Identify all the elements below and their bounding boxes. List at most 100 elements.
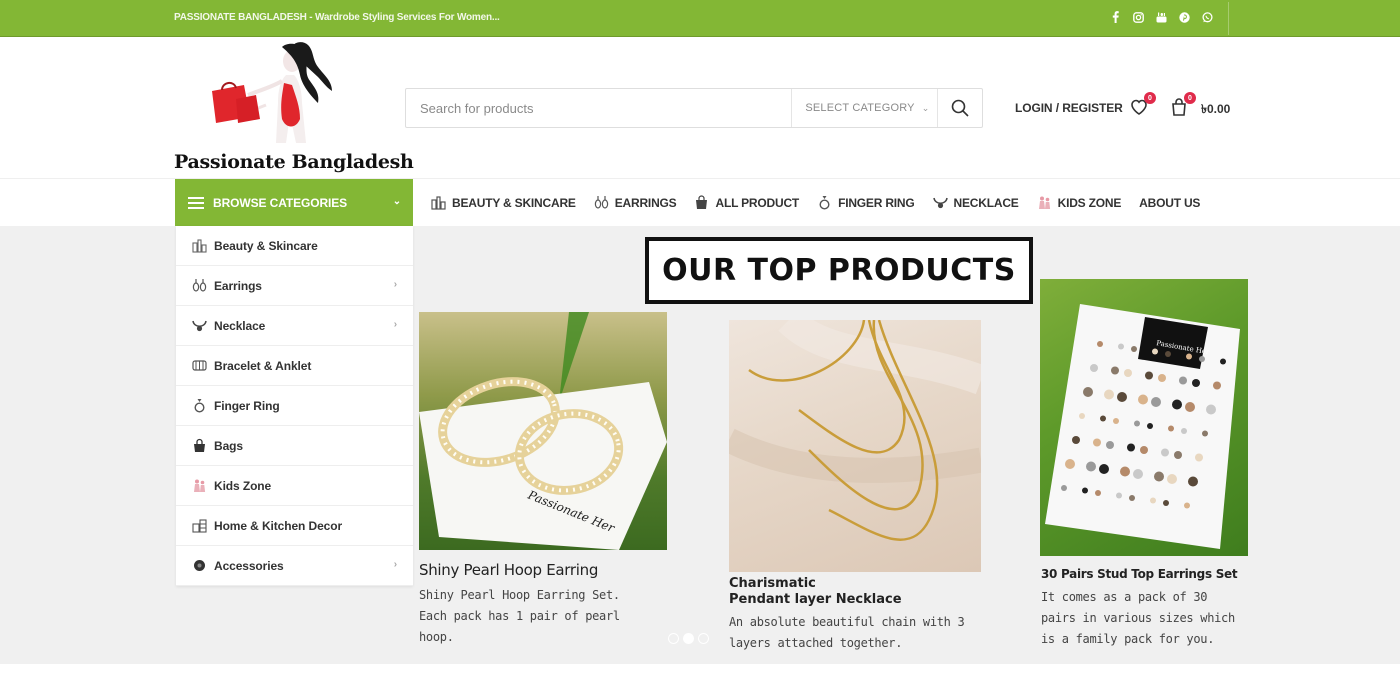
category-item-kids-zone[interactable]: Kids Zone [176,466,413,506]
product-title[interactable]: Shiny Pearl Hoop Earring [419,561,598,579]
category-item-accessories[interactable]: Accessories › [176,546,413,586]
product-title-line: Charismatic [729,576,816,591]
browse-categories-label: BROWSE CATEGORIES [213,196,348,210]
page-bottom-strip [0,664,1400,687]
category-item-label: Home & Kitchen Decor [214,518,343,533]
product-description: Shiny Pearl Hoop Earring Set. Each pack … [419,585,620,648]
accessories-icon [191,558,207,574]
nav-item-finger-ring[interactable]: FINGER RING [817,195,915,210]
product-image-pearl-hoop[interactable]: Passionate Her [419,312,667,550]
category-item-finger-ring[interactable]: Finger Ring [176,386,413,426]
nav-item-kids-zone[interactable]: KIDS ZONE [1037,195,1122,210]
product-image-pendant-necklace[interactable] [729,320,981,572]
slider-dot[interactable] [698,633,709,644]
site-header: Passionate Bangladesh SELECT CATEGORY ⌄ … [0,37,1400,178]
product-title[interactable]: Charismatic Pendant layer Necklace [729,576,902,608]
category-item-necklace[interactable]: Necklace › [176,306,413,346]
nav-item-about-us[interactable]: ABOUT US [1139,195,1200,210]
search-bar: SELECT CATEGORY ⌄ [405,88,983,128]
nav-item-label: EARRINGS [614,195,677,210]
cosmetics-icon [191,238,207,254]
category-item-bracelet-anklet[interactable]: Bracelet & Anklet [176,346,413,386]
nav-item-label: BEAUTY & SKINCARE [452,195,576,210]
pinterest-icon[interactable] [1177,10,1191,24]
instagram-icon[interactable] [1131,10,1145,24]
necklace-icon [191,318,207,334]
product-description-line: layers attached together. [729,636,903,650]
main-menu: BEAUTY & SKINCARE EARRINGS ALL PRODUCT F… [431,195,1200,210]
whatsapp-icon[interactable] [1200,10,1214,24]
category-item-beauty-skincare[interactable]: Beauty & Skincare [176,226,413,266]
category-item-label: Bracelet & Anklet [214,358,312,373]
main-nav-bar: BROWSE CATEGORIES ⌄ BEAUTY & SKINCARE EA… [0,178,1400,227]
youtube-icon[interactable] [1154,10,1168,24]
browse-categories-button[interactable]: BROWSE CATEGORIES ⌄ [175,179,413,227]
top-products-heading: OUR TOP PRODUCTS [645,237,1033,304]
product-description-line: Each pack has 1 pair of pearl [419,609,620,623]
nav-item-label: ALL PRODUCT [715,195,800,210]
chevron-down-icon: ⌄ [392,196,401,207]
product-description-line: It comes as a pack of 30 [1041,590,1208,604]
category-select[interactable]: SELECT CATEGORY ⌄ [791,89,937,127]
nav-item-label: ABOUT US [1139,195,1201,210]
nav-item-earrings[interactable]: EARRINGS [594,195,677,210]
facebook-icon[interactable] [1108,10,1122,24]
nav-item-label: NECKLACE [953,195,1019,210]
slider-dot[interactable] [668,633,679,644]
search-icon [951,99,969,117]
category-item-label: Finger Ring [214,398,280,413]
chevron-right-icon: › [393,319,397,330]
kids-icon [1037,195,1052,210]
bag-icon [191,438,207,454]
category-item-home-kitchen-decor[interactable]: Home & Kitchen Decor [176,506,413,546]
category-item-earrings[interactable]: Earrings › [176,266,413,306]
nav-item-label: KIDS ZONE [1057,195,1122,210]
nav-item-necklace[interactable]: NECKLACE [932,195,1019,210]
necklace-icon [932,195,948,210]
category-item-label: Beauty & Skincare [214,238,318,253]
ring-icon [817,195,832,210]
slider-pagination [668,633,709,644]
product-description-line: hoop. [419,630,454,644]
cosmetics-icon [431,195,446,210]
slider-dot[interactable] [683,633,694,644]
product-description-line: An absolute beautiful chain with 3 [729,615,965,629]
shopping-bag-icon [694,195,709,210]
category-item-bags[interactable]: Bags [176,426,413,466]
search-button[interactable] [937,89,982,127]
chevron-down-icon: ⌄ [921,102,930,113]
social-links [1108,10,1214,24]
cart-button[interactable]: 0 [1169,92,1196,117]
category-item-label: Kids Zone [214,478,272,493]
menu-icon [188,197,204,209]
product-description-line: pairs in various sizes which [1041,611,1235,625]
cart-count-badge: 0 [1184,92,1196,104]
category-item-label: Bags [214,438,243,453]
nav-item-beauty-skincare[interactable]: BEAUTY & SKINCARE [431,195,576,210]
nav-item-label: FINGER RING [838,195,915,210]
login-register-link[interactable]: LOGIN / REGISTER [1015,101,1123,115]
ring-icon [191,398,207,414]
category-item-label: Accessories [214,558,284,573]
product-description: It comes as a pack of 30 pairs in variou… [1041,587,1235,650]
wishlist-count-badge: 0 [1144,92,1156,104]
category-item-label: Necklace [214,318,266,333]
earrings-icon [594,195,609,210]
top-bar: PASSIONATE BANGLADESH - Wardrobe Styling… [0,0,1400,37]
product-title[interactable]: 30 Pairs Stud Top Earrings Set [1041,567,1238,581]
product-title-line: Pendant layer Necklace [729,592,902,607]
product-image-stud-earrings[interactable]: Passionate Her [1040,279,1248,556]
kids-icon [191,478,207,494]
bracelet-icon [191,358,207,374]
category-item-label: Earrings [214,278,262,293]
chevron-right-icon: › [393,559,397,570]
search-input[interactable] [406,89,792,127]
wishlist-button[interactable]: 0 [1129,92,1156,117]
product-description: An absolute beautiful chain with 3 layer… [729,612,965,654]
product-description-line: is a family pack for you. [1041,632,1215,646]
nav-item-all-product[interactable]: ALL PRODUCT [694,195,799,210]
chevron-right-icon: › [393,279,397,290]
product-description-line: Shiny Pearl Hoop Earring Set. [419,588,620,602]
cart-total[interactable]: ৳0.00 [1201,101,1230,121]
topbar-divider [1228,2,1229,35]
